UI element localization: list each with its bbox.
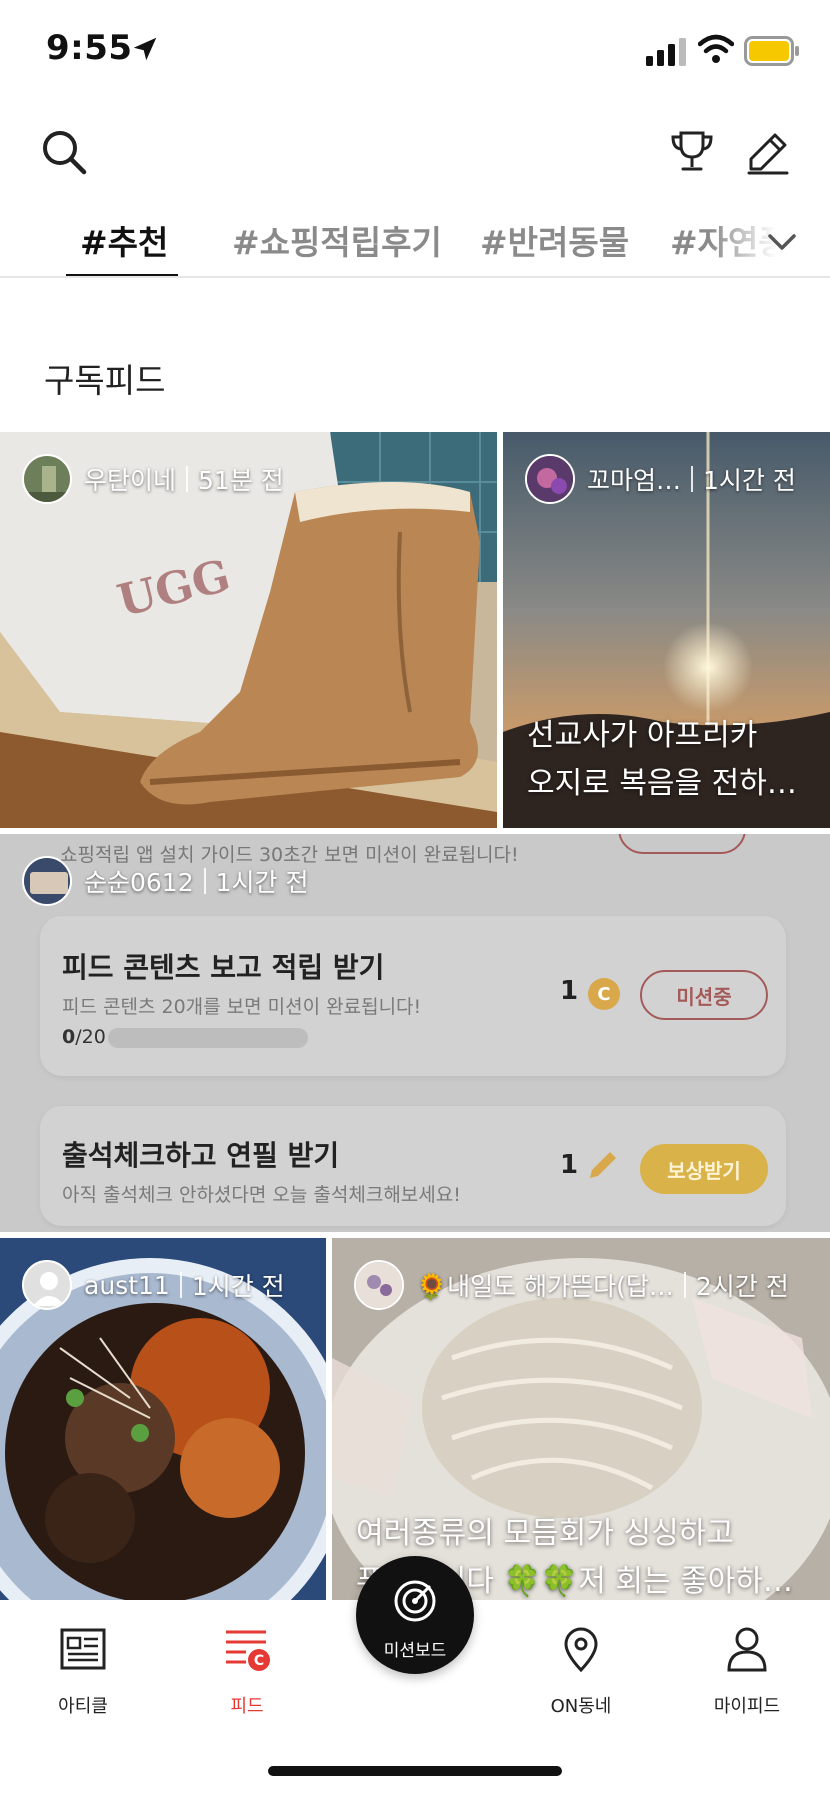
nav-label: 피드 [230,1696,264,1717]
mission-reward-count: 1 [560,976,579,1006]
mission-progress-bar [108,1028,308,1048]
nav-feed[interactable]: C 피드 [192,1622,302,1718]
feed-card[interactable]: aust11 1시간 전 [0,1238,326,1600]
caption-line: 선교사가 아프리카 [527,718,758,753]
feed-card[interactable]: UGG 우탄이네 51분 전 [0,432,497,828]
avatar[interactable] [22,856,72,906]
cellular-signal-icon [646,38,686,66]
tab-recommended[interactable]: #추천 [80,216,168,264]
avatar[interactable] [354,1260,404,1310]
nav-my-feed[interactable]: 마이피드 [692,1622,802,1718]
post-meta: 🌻내일도 해가뜬다(답… 2시간 전 [354,1260,789,1310]
tab-shopping-review[interactable]: #쇼핑적립후기 [232,216,442,264]
author-name[interactable]: 🌻내일도 해가뜬다(답… [416,1267,674,1303]
author-name[interactable]: aust11 [84,1271,170,1300]
post-caption: 선교사가 아프리카 오지로 복음을 전하… [527,712,806,808]
home-indicator [268,1766,562,1776]
separator [203,868,206,894]
avatar[interactable] [22,454,72,504]
nav-label: 마이피드 [713,1696,781,1717]
search-icon [43,131,87,175]
mission-desc: 피드 콘텐츠 20개를 보면 미션이 완료됩니다! [62,996,422,1018]
write-post-button[interactable] [740,124,796,180]
avatar[interactable] [525,454,575,504]
wifi-icon [698,34,734,63]
mission-claim-button: 보상받기 [640,1144,768,1194]
category-tabs: #추천 #쇼핑적립후기 #반려동물 #자연풍경 [0,210,830,278]
active-tab-indicator [66,274,178,276]
mission-item: 출석체크하고 연필 받기 아직 출석체크 안하셨다면 오늘 출석체크해보세요! … [40,1106,786,1226]
section-title: 구독피드 [44,361,166,400]
caption-line: 오지로 복음을 전하… [527,766,797,801]
post-time: 1시간 전 [191,1272,285,1301]
post-meta: 꼬마엄… 1시간 전 [525,454,796,504]
tab-pets[interactable]: #반려동물 [480,216,629,264]
app-header [0,110,830,210]
pencil-reward-icon [590,1152,616,1178]
post-meta: 우탄이네 51분 전 [22,454,284,504]
feed-icon: C [226,1630,270,1671]
progress-total: /20 [75,1026,106,1048]
pencil-icon [747,133,789,175]
status-bar: 9:55 [0,0,830,100]
nav-mission-board[interactable]: 미션보드 [356,1556,474,1674]
separator [683,1272,686,1298]
mission-reward-count: 1 [560,1150,579,1180]
separator [179,1272,182,1298]
nav-label: ON동네 [550,1696,612,1717]
post-meta: 순순0612 1시간 전 [22,856,308,906]
coin-icon: C [588,978,620,1010]
mission-cut-button [618,834,746,854]
mission-progress: 0/20 [62,1026,106,1048]
feed-card[interactable]: 쇼핑적립 앱 설치 가이드 30초간 보면 미션이 완료됩니다! 피드 콘텐츠 … [0,834,830,1232]
target-icon [394,1580,436,1622]
author-name[interactable]: 우탄이네 [84,461,176,497]
author-name[interactable]: 순순0612 [84,863,194,899]
progress-done: 0 [62,1026,76,1048]
feed-card[interactable]: 꼬마엄… 1시간 전 선교사가 아프리카 오지로 복음을 전하… [503,432,830,828]
location-pin-icon [564,1627,598,1673]
mission-item: 피드 콘텐츠 보고 적립 받기 피드 콘텐츠 20개를 보면 미션이 완료됩니다… [40,916,786,1076]
nav-article[interactable]: 아티클 [28,1622,138,1718]
post-time: 1시간 전 [703,466,796,495]
mission-title: 피드 콘텐츠 보고 적립 받기 [62,951,385,984]
post-meta: aust11 1시간 전 [22,1260,285,1310]
location-arrow-icon [133,37,157,61]
chevron-down-icon[interactable] [762,222,802,262]
post-time: 51분 전 [198,466,284,495]
mission-status-button: 미션중 [640,970,768,1020]
trophy-icon [671,131,713,171]
separator [691,466,694,492]
status-time: 9:55 [46,28,133,68]
battery-icon [744,36,799,66]
svg-text:C: C [254,1653,264,1669]
mission-desc: 아직 출석체크 안하셨다면 오늘 출석체크해보세요! [62,1184,461,1206]
post-time: 1시간 전 [215,868,309,897]
newspaper-icon [60,1628,106,1670]
nav-label: 미션보드 [383,1641,447,1661]
nav-neighborhood[interactable]: ON동네 [526,1622,636,1718]
avatar[interactable] [22,1260,72,1310]
ranking-button[interactable] [664,124,720,180]
user-icon [727,1627,767,1672]
post-time: 2시간 전 [695,1272,789,1301]
caption-line: 여러종류의 모듬회가 싱싱하고 [356,1516,734,1551]
mission-title: 출석체크하고 연필 받기 [62,1139,340,1172]
nav-label: 아티클 [58,1696,108,1717]
separator [186,466,189,492]
feed-card[interactable]: 🌻내일도 해가뜬다(답… 2시간 전 여러종류의 모듬회가 싱싱하고 푸짐합니다… [332,1238,830,1600]
author-name[interactable]: 꼬마엄… [587,461,681,497]
search-button[interactable] [36,124,92,180]
